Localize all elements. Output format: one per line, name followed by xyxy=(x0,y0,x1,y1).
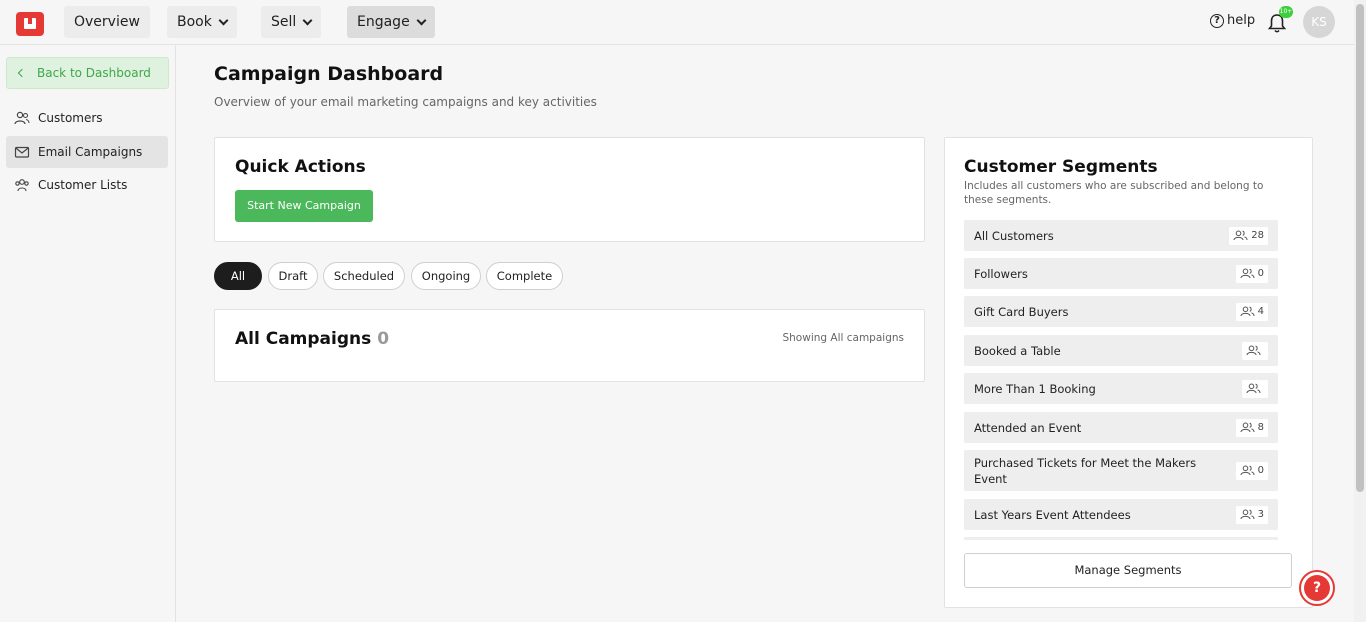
start-new-campaign-button[interactable]: Start New Campaign xyxy=(235,190,373,222)
segment-name: All Customers xyxy=(974,229,1054,243)
users-icon xyxy=(1240,306,1255,317)
campaign-count: 0 xyxy=(377,329,390,349)
manage-segments-button[interactable]: Manage Segments xyxy=(964,553,1292,588)
sidebar-item-label: Email Campaigns xyxy=(38,145,143,159)
segment-count-badge: 8 xyxy=(1235,418,1268,437)
help-chat-button[interactable]: ? xyxy=(1299,570,1335,606)
users-icon xyxy=(1240,422,1255,433)
segment-item-more-than-1-booking[interactable]: More Than 1 Booking xyxy=(964,373,1278,404)
users-icon xyxy=(1240,509,1255,520)
segment-count-badge: 3 xyxy=(1235,505,1268,524)
segment-item-booked-a-table[interactable]: Booked a Table xyxy=(964,335,1278,366)
filter-all[interactable]: All xyxy=(214,262,262,290)
segment-count-badge: 4 xyxy=(1235,302,1268,321)
segment-count-badge xyxy=(1242,379,1268,398)
page-scrollbar[interactable] xyxy=(1354,0,1366,622)
chevron-down-icon xyxy=(218,15,229,25)
mail-icon xyxy=(14,146,30,158)
segment-name: Last Years Event Attendees xyxy=(974,508,1131,522)
page-scroll-thumb[interactable] xyxy=(1356,4,1364,492)
page-title: Campaign Dashboard xyxy=(214,63,444,85)
customer-segments-title: Customer Segments xyxy=(964,157,1158,177)
question-icon: ? xyxy=(1304,575,1330,601)
help-label: help xyxy=(1227,13,1256,28)
filter-scheduled[interactable]: Scheduled xyxy=(323,262,405,290)
nav-book[interactable]: Book xyxy=(167,6,237,38)
top-navigation-bar: Overview Book Sell Engage ? help 10+ KS xyxy=(0,0,1354,45)
segment-name: Booked a Table xyxy=(974,344,1061,358)
users-icon xyxy=(1233,230,1248,241)
page-subtitle: Overview of your email marketing campaig… xyxy=(214,95,597,109)
segment-item-gift-card-buyers[interactable]: Gift Card Buyers 4 xyxy=(964,296,1278,327)
segment-count: 4 xyxy=(1257,306,1264,317)
segment-item-purchased-tickets[interactable]: Purchased Tickets for Meet the Makers Ev… xyxy=(964,450,1278,491)
segment-name: More Than 1 Booking xyxy=(974,382,1096,396)
quick-actions-title: Quick Actions xyxy=(235,157,366,177)
customer-segments-card: Customer Segments Includes all customers… xyxy=(944,137,1313,608)
all-campaigns-card: All Campaigns 0 Showing All campaigns xyxy=(214,309,925,382)
chevron-left-icon xyxy=(17,68,27,78)
segment-count: 0 xyxy=(1257,465,1264,476)
segment-name: Followers xyxy=(974,267,1028,281)
filter-ongoing[interactable]: Ongoing xyxy=(411,262,481,290)
segment-count-badge xyxy=(1242,341,1268,360)
showing-label: Showing All campaigns xyxy=(782,332,904,344)
sidebar-item-email-campaigns[interactable]: Email Campaigns xyxy=(6,136,168,168)
customer-lists-icon xyxy=(15,179,29,192)
segment-count: 3 xyxy=(1257,509,1264,520)
segment-item-partial[interactable] xyxy=(964,537,1278,540)
nav-engage-label: Engage xyxy=(357,14,410,30)
chevron-down-icon xyxy=(416,15,427,25)
segment-name: Attended an Event xyxy=(974,421,1082,435)
segment-item-last-years-event-attendees[interactable]: Last Years Event Attendees 3 xyxy=(964,499,1278,530)
segment-name: Gift Card Buyers xyxy=(974,305,1069,319)
help-link[interactable]: ? help xyxy=(1210,13,1255,28)
nav-sell-label: Sell xyxy=(271,14,297,30)
help-icon: ? xyxy=(1210,13,1224,28)
sidebar-item-label: Customer Lists xyxy=(38,178,128,192)
nav-engage[interactable]: Engage xyxy=(347,6,435,38)
segments-description: Includes all customers who are subscribe… xyxy=(964,180,1264,206)
nav-overview[interactable]: Overview xyxy=(64,6,150,38)
all-campaigns-label: All Campaigns xyxy=(235,329,372,349)
segment-item-followers[interactable]: Followers 0 xyxy=(964,258,1278,289)
nav-book-label: Book xyxy=(177,14,212,30)
all-campaigns-title: All Campaigns 0 xyxy=(235,329,389,349)
users-icon xyxy=(1240,465,1255,476)
filter-draft[interactable]: Draft xyxy=(268,262,318,290)
avatar[interactable]: KS xyxy=(1303,6,1335,38)
segment-count-badge: 28 xyxy=(1229,226,1268,245)
segment-count-badge: 0 xyxy=(1235,264,1268,283)
sidebar-item-customers[interactable]: Customers xyxy=(6,102,168,134)
users-icon xyxy=(1246,383,1261,394)
segment-item-all-customers[interactable]: All Customers 28 xyxy=(964,220,1278,251)
segments-list[interactable]: All Customers 28 Followers 0 Gift Card B… xyxy=(964,220,1292,540)
notification-badge: 10+ xyxy=(1279,6,1293,18)
back-to-dashboard-button[interactable]: Back to Dashboard xyxy=(6,57,169,89)
sidebar: Back to Dashboard Customers Email Campai… xyxy=(0,45,176,622)
segment-name: Purchased Tickets for Meet the Makers Ev… xyxy=(974,456,1197,486)
brand-logo[interactable] xyxy=(16,12,44,36)
filter-complete[interactable]: Complete xyxy=(486,262,563,290)
sidebar-item-label: Customers xyxy=(38,111,103,125)
nav-overview-label: Overview xyxy=(74,14,140,30)
chevron-down-icon xyxy=(302,15,313,25)
users-icon xyxy=(1246,345,1261,356)
segment-count-badge: 0 xyxy=(1235,461,1268,480)
segment-count: 0 xyxy=(1257,268,1264,279)
back-label: Back to Dashboard xyxy=(37,66,151,80)
sidebar-item-customer-lists[interactable]: Customer Lists xyxy=(6,169,168,201)
quick-actions-card: Quick Actions Start New Campaign xyxy=(214,137,925,242)
segment-count: 28 xyxy=(1251,230,1264,241)
segment-item-attended-an-event[interactable]: Attended an Event 8 xyxy=(964,412,1278,443)
segment-count: 8 xyxy=(1257,422,1264,433)
nav-sell[interactable]: Sell xyxy=(261,6,322,38)
customers-icon xyxy=(14,111,30,125)
users-icon xyxy=(1240,268,1255,279)
